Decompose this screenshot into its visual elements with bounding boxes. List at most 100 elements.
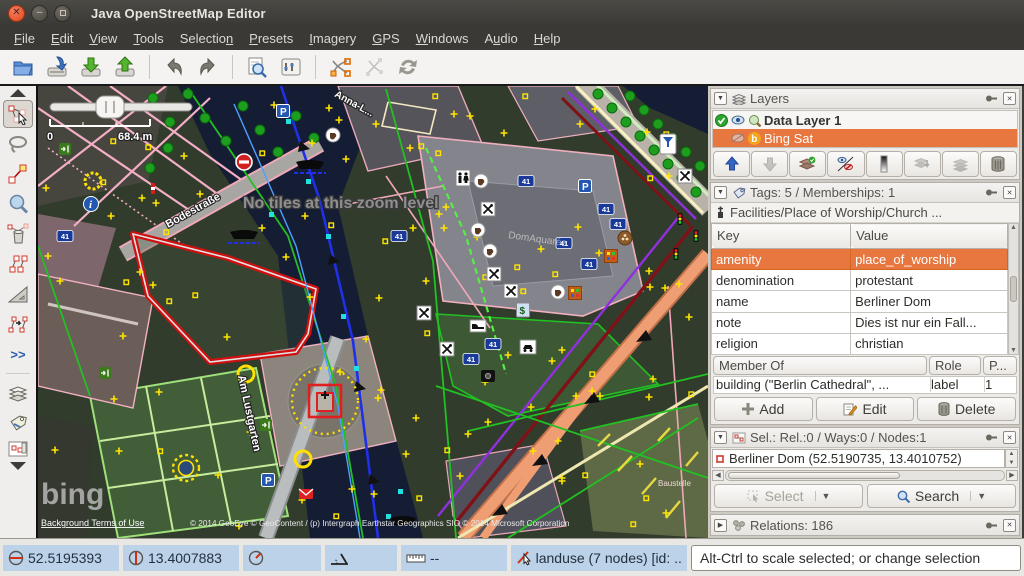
delete-layer-icon[interactable] [980,151,1017,177]
tag-row[interactable]: religionchristian [712,333,1008,354]
route-ref-badge: 41 [610,219,626,230]
menu-windows[interactable]: Windows [408,28,477,49]
membership-row[interactable]: building ("Berlin Cathedral", ... label … [713,376,1017,394]
menu-file[interactable]: File [6,28,43,49]
search-icon[interactable] [241,52,273,82]
map-view[interactable]: PPPi$ 414141414141414141 Bodestraße Am L… [38,86,708,538]
menu-audio[interactable]: Audio [476,28,525,49]
preferences-icon[interactable] [275,52,307,82]
selection-hscrollbar[interactable]: ◀ ▶ [712,469,1018,481]
collapse-icon[interactable]: ▼ [714,431,727,444]
merge-down-icon[interactable] [904,151,941,177]
select-button[interactable]: Select ▼ [714,484,863,508]
duplicate-layer-icon[interactable] [942,151,979,177]
cafe-icon [474,174,488,188]
close-panel-icon[interactable]: ✕ [1003,431,1016,444]
layer-row-data[interactable]: Data Layer 1 [713,111,1017,129]
scroll-up-icon[interactable] [3,87,33,99]
status-bar: 52.5195393 13.4007883 -- landuse (7 node… [0,538,1024,576]
list-spinner[interactable]: ▲▼ [1005,449,1018,468]
layer-row-bing[interactable]: b Bing Sat [713,129,1017,147]
selection-toggle-icon[interactable] [3,439,33,459]
add-tag-button[interactable]: Add [714,397,813,421]
collapse-icon[interactable]: ▼ [714,92,727,105]
pin-icon[interactable] [984,431,999,445]
right-panel-column: ▼ Layers ✕ Data Layer 1 b Bing Sat [708,86,1022,538]
close-panel-icon[interactable]: ✕ [1003,519,1016,532]
activate-layer-icon[interactable] [789,151,826,177]
lasso-tool-icon[interactable] [3,130,33,158]
layers-toggle-icon[interactable] [3,379,33,407]
column-position[interactable]: P... [983,356,1017,375]
delete-tag-button[interactable]: Delete [917,397,1016,421]
tags-scrollbar[interactable]: ▲▼ [1008,223,1019,355]
window-close-button[interactable]: ✕ [8,5,25,22]
window-minimize-button[interactable]: – [31,5,48,22]
delete-tool-icon[interactable] [3,220,33,248]
column-value[interactable]: Value [851,224,1008,249]
column-member-of[interactable]: Member Of [713,356,927,375]
upload-icon[interactable] [109,52,141,82]
cursor-object-icon [516,550,532,566]
tag-row[interactable]: noteDies ist nur ein Fall... [712,312,1008,333]
move-up-icon[interactable] [713,151,750,177]
relations-icon [731,518,746,532]
preset-row[interactable]: Facilities/Place of Worship/Church ... [711,203,1019,223]
more-tools[interactable]: >> [3,340,33,368]
download-icon[interactable] [41,52,73,82]
tags-toggle-icon[interactable] [3,409,33,437]
download-data-icon[interactable] [75,52,107,82]
terms-of-use-link[interactable]: Background Terms of Use [41,518,144,528]
menu-selection[interactable]: Selection [172,28,241,49]
edit-tag-button[interactable]: Edit [816,397,915,421]
latitude-field: 52.5195393 [3,545,119,571]
tag-row[interactable]: denominationprotestant [712,270,1008,291]
show-hide-icon[interactable] [827,151,864,177]
pin-icon[interactable] [984,92,999,106]
menu-view[interactable]: View [81,28,125,49]
traffic-light-icon [674,248,679,260]
column-role[interactable]: Role [929,356,981,375]
pin-icon[interactable] [984,186,999,200]
svg-text:b: b [751,134,757,145]
menu-presets[interactable]: Presets [241,28,301,49]
select-tool-icon[interactable] [3,100,33,128]
combine-way-icon[interactable] [358,52,390,82]
opacity-icon[interactable] [866,151,903,177]
redo-icon[interactable] [192,52,224,82]
move-down-icon[interactable] [751,151,788,177]
svg-text:41: 41 [614,220,622,229]
menu-edit[interactable]: Edit [43,28,81,49]
menu-tools[interactable]: Tools [125,28,171,49]
column-key[interactable]: Key [712,224,851,249]
hotel-icon [470,320,486,332]
extrude-tool-icon[interactable] [3,280,33,308]
parallel-tool-icon[interactable] [3,310,33,338]
selection-list-item[interactable]: Berliner Dom (52.5190735, 13.4010752) [712,449,1005,468]
tag-row[interactable]: nameBerliner Dom [712,291,1008,312]
undo-icon[interactable] [158,52,190,82]
scroll-down-icon[interactable] [3,460,33,472]
zoom-tool-icon[interactable] [3,190,33,218]
route-ref-badge: 41 [463,354,479,365]
pin-icon[interactable] [984,518,999,532]
tag-row[interactable]: amenityplace_of_worship [712,248,1008,269]
refresh-icon[interactable] [392,52,424,82]
selection-icon [731,431,746,445]
close-panel-icon[interactable]: ✕ [1003,92,1016,105]
menu-gps[interactable]: GPS [364,28,407,49]
svg-text:41: 41 [522,177,530,186]
draw-tool-icon[interactable] [3,160,33,188]
search-button[interactable]: Search ▼ [867,484,1016,508]
latitude-icon [8,550,24,566]
menu-imagery[interactable]: Imagery [301,28,364,49]
close-panel-icon[interactable]: ✕ [1003,186,1016,199]
open-icon[interactable] [7,52,39,82]
expand-icon[interactable]: ▶ [714,519,727,532]
restaurant-icon [678,169,692,183]
menu-help[interactable]: Help [526,28,569,49]
window-maximize-button[interactable] [54,5,71,22]
split-way-icon[interactable] [324,52,356,82]
collapse-icon[interactable]: ▼ [714,186,727,199]
unglue-tool-icon[interactable] [3,250,33,278]
